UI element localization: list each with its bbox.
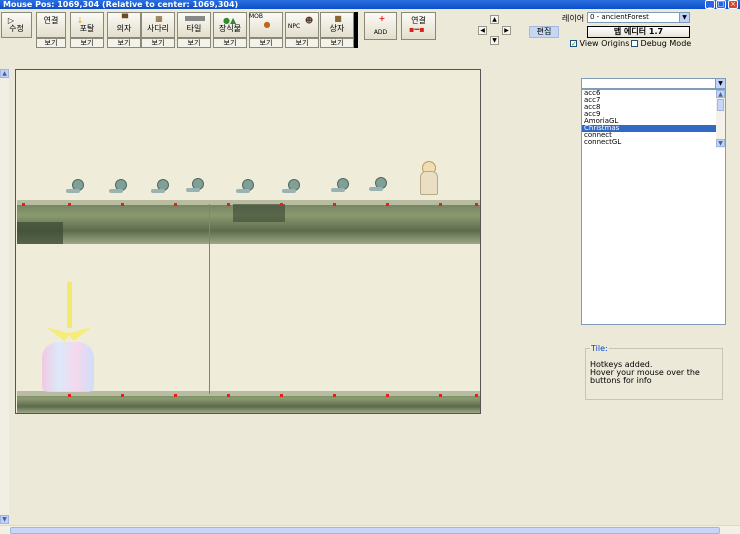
portal-tool-button[interactable]: ↓ 포탈	[70, 12, 104, 38]
foothold-point[interactable]	[386, 394, 389, 397]
tile-tool-button[interactable]: 타일	[177, 12, 211, 38]
edit-button[interactable]: 편집	[529, 26, 559, 38]
snail-mob[interactable]	[109, 179, 127, 193]
view-ladder-button[interactable]: 보기	[141, 38, 175, 48]
minimize-button[interactable]: _	[705, 0, 715, 9]
snail-mob[interactable]	[151, 179, 169, 193]
list-item[interactable]: acc8	[582, 104, 716, 111]
ladder-tool-button[interactable]: ▦ 사다리	[141, 12, 175, 38]
close-button[interactable]: ×	[728, 0, 738, 9]
snail-mob[interactable]	[331, 178, 349, 192]
lower-platform	[17, 391, 480, 413]
foothold-point[interactable]	[121, 394, 124, 397]
view-connect-button[interactable]: 보기	[36, 38, 66, 48]
platform-shadow	[17, 222, 63, 244]
scroll-up-button[interactable]: ▲	[490, 15, 499, 24]
debug-mode-checkbox[interactable]: Debug Mode	[631, 40, 691, 48]
scroll-right-button[interactable]: ▶	[502, 26, 511, 35]
horizontal-scrollbar[interactable]	[0, 525, 740, 534]
map-canvas[interactable]	[15, 69, 481, 414]
checkbox-empty-icon	[631, 40, 638, 47]
scroll-down-button[interactable]: ▼	[490, 36, 499, 45]
foothold-point[interactable]	[174, 203, 177, 206]
scroll-down-arrow-icon[interactable]: ▼	[716, 139, 725, 147]
layer-select[interactable]: 0 - ancientForest ▼	[587, 12, 690, 23]
snail-mob[interactable]	[66, 179, 84, 193]
version-button[interactable]: 맵 에디터 1.7	[587, 26, 690, 38]
npc-icon: ☻	[304, 16, 314, 25]
npc-tool-button[interactable]: NPC ☻	[285, 12, 319, 38]
foothold-point[interactable]	[174, 394, 177, 397]
window-title: Mouse Pos: 1069,304 (Relative to center:…	[0, 0, 740, 9]
snail-mob[interactable]	[236, 179, 254, 193]
connect-tool-button[interactable]: 연결	[36, 12, 66, 38]
chevron-down-icon: ▼	[679, 13, 689, 22]
view-chair-button[interactable]: 보기	[107, 38, 141, 48]
scroll-up-arrow-icon[interactable]: ▲	[716, 90, 725, 98]
view-mob-button[interactable]: 보기	[249, 38, 283, 48]
snail-mob[interactable]	[186, 178, 204, 192]
foothold-point[interactable]	[439, 203, 442, 206]
view-decoration-button[interactable]: 보기	[213, 38, 247, 48]
plus-icon: +	[378, 14, 386, 23]
tile-icon	[185, 16, 205, 21]
foothold-point[interactable]	[386, 203, 389, 206]
info-text: Hotkeys added. Hover your mouse over the…	[590, 360, 700, 385]
chair-tool-button[interactable]: ▀ 의자	[107, 12, 141, 38]
add-button[interactable]: + ADD	[364, 12, 397, 40]
checkbox-checked-icon: ✓	[570, 40, 577, 48]
npc-character[interactable]	[419, 161, 439, 199]
list-scroll-thumb[interactable]	[717, 99, 724, 111]
view-box-button[interactable]: 보기	[320, 38, 354, 48]
view-portal-button[interactable]: 보기	[70, 38, 104, 48]
foothold-point[interactable]	[68, 394, 71, 397]
connect-icon: ▪━▪	[409, 25, 425, 34]
maximize-button[interactable]: □	[716, 0, 726, 9]
list-scrollbar[interactable]: ▲ ▼	[716, 90, 725, 148]
list-item[interactable]: connectGL	[582, 139, 716, 146]
foothold-point[interactable]	[121, 203, 124, 206]
view-npc-button[interactable]: 보기	[285, 38, 319, 48]
edit-tool-button[interactable]: ▷ 수정	[1, 12, 32, 38]
foothold-point[interactable]	[333, 394, 336, 397]
view-origins-checkbox[interactable]: ✓ View Origins	[570, 40, 629, 48]
foothold-point[interactable]	[439, 394, 442, 397]
portal-glow[interactable]	[42, 282, 94, 394]
foothold-point[interactable]	[68, 203, 71, 206]
layer-label: 레이어	[562, 14, 585, 23]
foothold-point[interactable]	[333, 203, 336, 206]
foothold-point[interactable]	[22, 203, 25, 206]
snail-mob[interactable]	[369, 177, 387, 191]
scroll-left-button[interactable]: ◀	[478, 26, 487, 35]
info-groupbox: Tile: Hotkeys added. Hover your mouse ov…	[585, 344, 723, 400]
box-tool-button[interactable]: ■ 상자	[320, 12, 354, 38]
horizontal-scroll-thumb[interactable]	[10, 527, 720, 534]
connection-line	[209, 204, 210, 394]
platform-shadow	[233, 204, 285, 222]
info-title: Tile:	[590, 344, 609, 353]
foothold-point[interactable]	[227, 394, 230, 397]
foothold-point[interactable]	[227, 203, 230, 206]
object-type-select[interactable]: ▼	[581, 78, 726, 89]
scroll-up-arrow-icon[interactable]: ▲	[0, 69, 9, 78]
foothold-point[interactable]	[475, 394, 478, 397]
list-item[interactable]: acc6	[582, 90, 716, 97]
vertical-scrollbar[interactable]: ▲ ▼	[0, 69, 9, 525]
foothold-point[interactable]	[280, 203, 283, 206]
object-list[interactable]: acc6 acc7 acc8 acc9 AmoriaGL Christmas c…	[581, 89, 726, 325]
foothold-point[interactable]	[280, 394, 283, 397]
list-item[interactable]: acc7	[582, 97, 716, 104]
foothold-point[interactable]	[475, 203, 478, 206]
chevron-down-icon: ▼	[715, 79, 725, 88]
scroll-down-arrow-icon[interactable]: ▼	[0, 515, 9, 524]
toolbar-separator	[354, 12, 358, 48]
view-tile-button[interactable]: 보기	[177, 38, 211, 48]
connect-button[interactable]: 연결 ▪━▪	[401, 12, 436, 40]
snail-mob[interactable]	[282, 179, 300, 193]
